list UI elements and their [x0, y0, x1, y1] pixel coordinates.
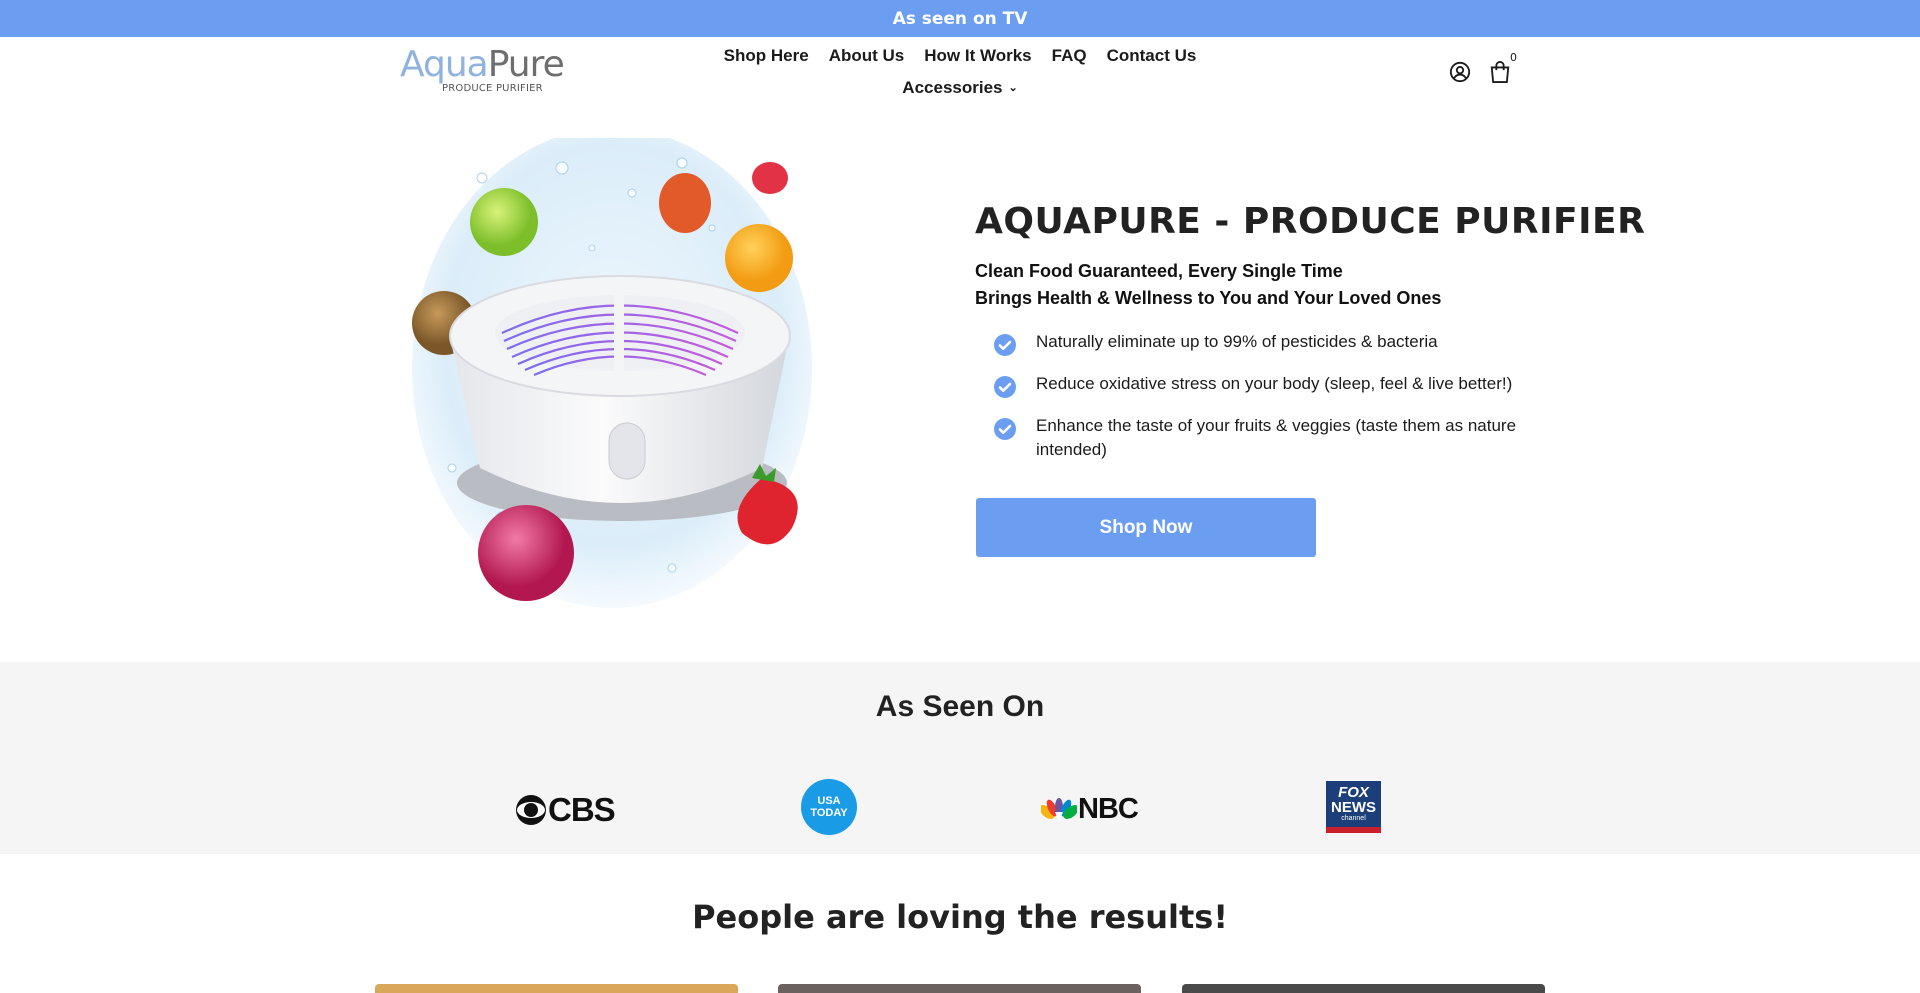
- user-circle-icon[interactable]: [1449, 61, 1471, 83]
- announcement-text: As seen on TV: [892, 8, 1028, 29]
- nav-contact-us[interactable]: Contact Us: [1107, 46, 1197, 66]
- hero-subtitle: Clean Food Guaranteed, Every Single Time…: [975, 258, 1441, 312]
- benefit-text: Naturally eliminate up to 99% of pestici…: [1036, 332, 1438, 351]
- nbc-peacock-icon: [1041, 797, 1077, 822]
- nav-accessories-label: Accessories: [902, 78, 1003, 97]
- check-circle-icon: [994, 334, 1016, 356]
- news-wordmark: NEWS: [1331, 799, 1376, 816]
- cbs-wordmark: CBS: [548, 791, 616, 828]
- hero-subtitle-line-1: Clean Food Guaranteed, Every Single Time: [975, 261, 1343, 281]
- check-circle-icon: [994, 376, 1016, 398]
- hero-title: AQUAPURE - PRODUCE PURIFIER: [975, 201, 1646, 242]
- check-circle-icon: [994, 418, 1016, 440]
- chevron-down-icon: ⌄: [1008, 82, 1018, 94]
- shop-now-button[interactable]: Shop Now: [976, 498, 1316, 557]
- nav-accessories-dropdown[interactable]: Accessories ⌄: [902, 78, 1017, 98]
- review-card-image: [375, 984, 738, 993]
- cbs-eye-icon: [516, 795, 546, 825]
- hero-product-image: [392, 138, 828, 622]
- benefit-item: Reduce oxidative stress on your body (sl…: [993, 372, 1553, 399]
- channel-wordmark: channel: [1341, 815, 1366, 822]
- nav-how-it-works[interactable]: How It Works: [924, 46, 1031, 66]
- reviews-title: People are loving the results!: [692, 898, 1228, 936]
- nav-shop-here[interactable]: Shop Here: [724, 46, 809, 66]
- nav-about-us[interactable]: About Us: [829, 46, 905, 66]
- benefit-text: Reduce oxidative stress on your body (sl…: [1036, 374, 1513, 393]
- usa-today-logo: USA TODAY: [801, 779, 857, 835]
- shopping-bag-icon[interactable]: [1489, 60, 1511, 84]
- nbc-logo: NBC: [1041, 793, 1139, 826]
- fox-wordmark: FOX: [1338, 784, 1369, 801]
- nav-faq[interactable]: FAQ: [1052, 46, 1087, 66]
- benefit-item: Naturally eliminate up to 99% of pestici…: [993, 330, 1553, 357]
- hero-subtitle-line-2: Brings Health & Wellness to You and Your…: [975, 288, 1442, 308]
- benefit-item: Enhance the taste of your fruits & veggi…: [993, 414, 1553, 462]
- as-seen-on-title: As Seen On: [875, 690, 1045, 723]
- benefit-text: Enhance the taste of your fruits & veggi…: [1036, 416, 1517, 459]
- fox-news-logo: FOX NEWS channel: [1326, 781, 1381, 833]
- benefit-list: Naturally eliminate up to 99% of pestici…: [993, 330, 1553, 477]
- usa-today-wordmark-2: TODAY: [810, 807, 848, 819]
- usa-today-wordmark-1: USA: [817, 795, 841, 807]
- nbc-wordmark: NBC: [1078, 793, 1139, 825]
- announcement-bar: As seen on TV: [0, 0, 1920, 37]
- review-card-image: [1182, 984, 1545, 993]
- review-card-image: [778, 984, 1141, 993]
- cbs-logo: CBS: [515, 791, 616, 829]
- site-header: AquaPure PRODUCE PURIFIER Shop Here Abou…: [0, 37, 1920, 113]
- cart-count-badge: 0: [1510, 51, 1517, 64]
- as-seen-on-section: As Seen On CBS USA TODAY NBC FOX NEWS ch…: [0, 662, 1920, 854]
- main-nav: Shop Here About Us How It Works FAQ Cont…: [0, 46, 1920, 66]
